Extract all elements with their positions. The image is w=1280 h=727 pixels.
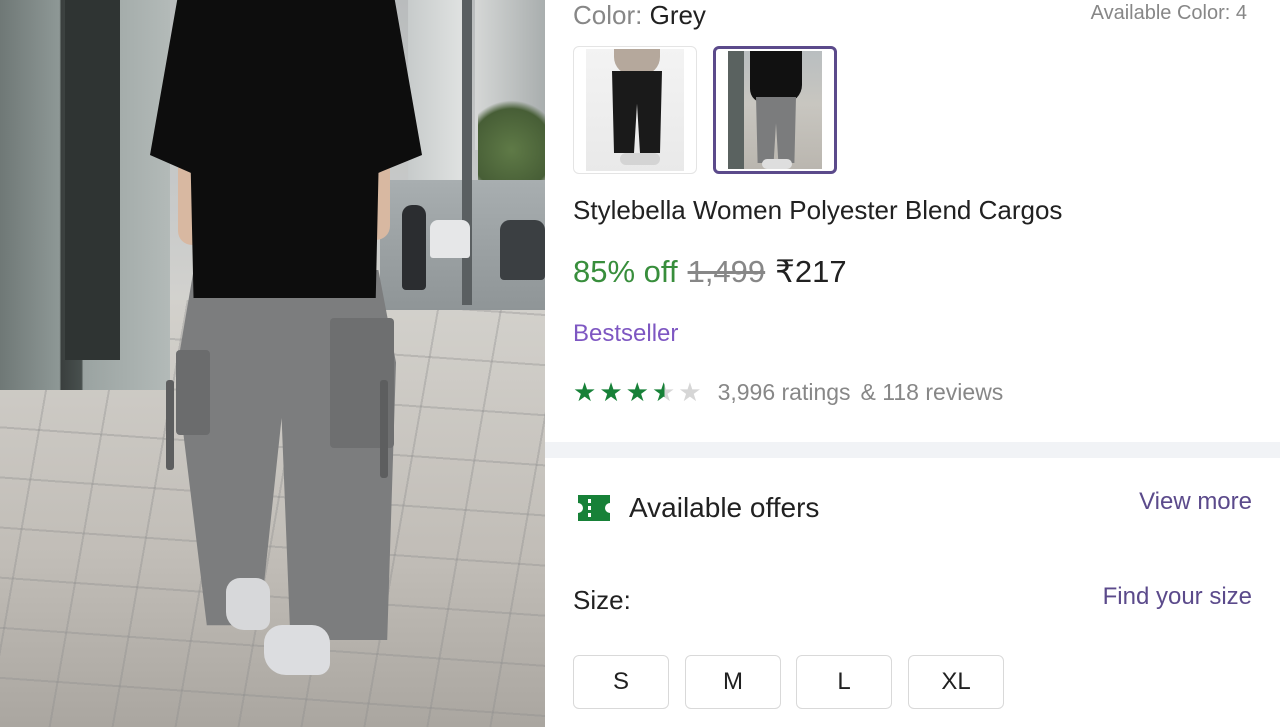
cargo-strap-left (166, 380, 174, 470)
bestseller-badge: Bestseller (573, 320, 679, 347)
swatch-thumbnail (728, 51, 822, 169)
swatch-background (728, 51, 744, 169)
model-shoe-right (264, 625, 330, 675)
lamp-pole (462, 0, 472, 305)
selling-price: ₹217 (775, 254, 847, 289)
reviews-count: & 118 reviews (860, 378, 1004, 405)
pedestrian-background (402, 205, 426, 290)
ticket-icon (578, 495, 610, 521)
car-background (430, 220, 470, 258)
find-your-size-link[interactable]: Find your size (1103, 583, 1252, 611)
color-row: Color: Grey Available Color: 4 (573, 0, 1252, 30)
cargo-strap-right (380, 380, 388, 478)
available-colors-count: Available Color: 4 (1090, 2, 1247, 24)
rating-stars: ★ ★ ★ ★ ★ (573, 379, 702, 405)
swatch-top (750, 51, 802, 103)
swatch-pants (612, 71, 662, 153)
color-label-text: Color: (573, 0, 643, 30)
swatch-shoes (762, 159, 792, 169)
color-swatch-black[interactable] (573, 46, 697, 174)
model-shoe-left (226, 578, 270, 630)
star-icon: ★ (625, 377, 649, 407)
product-details-panel: Color: Grey Available Color: 4 Stylebell… (545, 0, 1280, 727)
color-swatch-grey[interactable] (713, 46, 837, 174)
view-more-offers-link[interactable]: View more (1139, 488, 1252, 516)
color-value: Grey (649, 0, 706, 30)
product-main-image[interactable] (0, 0, 545, 727)
price-row: 85% off 1,499 ₹217 (573, 254, 847, 290)
size-option-l[interactable]: L (796, 655, 892, 709)
size-option-s[interactable]: S (573, 655, 669, 709)
size-label: Size: (573, 585, 631, 615)
half-star-icon: ★ (651, 377, 676, 407)
star-icon: ★ (573, 377, 597, 407)
size-option-xl[interactable]: XL (908, 655, 1004, 709)
pillar-background (65, 0, 120, 360)
star-icon: ★ (599, 377, 623, 407)
size-option-m[interactable]: M (685, 655, 781, 709)
color-label: Color: Grey (573, 0, 706, 31)
swatch-shoes (620, 153, 660, 165)
ratings-count: 3,996 ratings (717, 378, 851, 405)
discount-percent: 85% off (573, 254, 678, 289)
cargo-pocket-left (176, 350, 210, 435)
original-price: 1,499 (687, 254, 766, 289)
empty-star-icon: ★ (678, 377, 702, 407)
car-background-2 (500, 220, 545, 280)
swatch-pants (756, 97, 796, 163)
offers-title: Available offers (629, 492, 820, 523)
product-title: Stylebella Women Polyester Blend Cargos (573, 195, 1063, 225)
swatch-thumbnail (586, 49, 684, 171)
section-divider (545, 442, 1280, 458)
rating-row[interactable]: ★ ★ ★ ★ ★ 3,996 ratings & 118 reviews (573, 376, 1003, 408)
available-offers-row: Available offers View more (575, 488, 1252, 532)
tower-background (408, 0, 468, 190)
